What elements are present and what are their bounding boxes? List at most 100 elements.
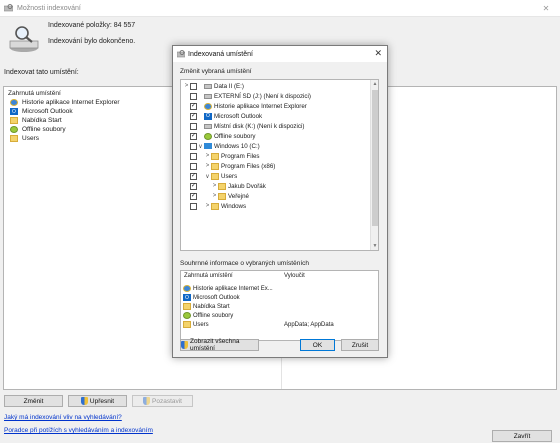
folder-icon [211, 162, 219, 170]
location-label: Microsoft Outlook [22, 108, 73, 115]
tree-item-label: Data II (E:) [214, 82, 244, 90]
checkbox[interactable] [190, 82, 197, 90]
tree-item[interactable]: ✓ Historie aplikace Internet Explorer [183, 101, 307, 111]
summary-list[interactable]: Zahrnutá umístění Vyloučit Historie apli… [180, 270, 379, 341]
list-item[interactable]: Nabídka Start [10, 116, 62, 125]
tree-item-label: Offline soubory [214, 132, 256, 140]
ie-icon [183, 285, 191, 292]
expand-icon[interactable]: > [204, 203, 211, 209]
indexed-items-count: Indexované položky: 84 557 [48, 22, 136, 29]
close-icon[interactable]: ✕ [532, 0, 560, 17]
summary-item-label: Historie aplikace Internet Ex... [193, 285, 273, 292]
shield-icon [181, 341, 188, 349]
close-icon[interactable]: ✕ [374, 48, 382, 59]
expand-icon[interactable]: ∨ [197, 143, 204, 150]
expand-icon[interactable]: > [204, 163, 211, 169]
tree-item[interactable]: Místní disk (K:) (Není k dispozici) [183, 121, 304, 131]
scroll-down-icon[interactable]: ▼ [371, 243, 378, 249]
locations-tree[interactable]: > Data II (E:) EXTERNÍ SD (J:) (Není k d… [180, 79, 379, 251]
list-item[interactable]: Users [10, 134, 39, 143]
tree-item[interactable]: ✓ O Microsoft Outlook [183, 111, 262, 121]
summary-label: Souhrnné informace o vybraných umístěníc… [180, 260, 309, 267]
list-item[interactable]: Historie aplikace Internet Explorer [10, 98, 120, 107]
folder-icon [183, 303, 191, 310]
expand-icon[interactable]: > [211, 193, 218, 199]
indexing-status: Indexování bylo dokončeno. [48, 38, 136, 45]
ie-icon [204, 102, 212, 110]
advanced-button-label: Upřesnit [89, 397, 115, 405]
summary-item-label: Offline soubory [193, 312, 234, 319]
scroll-up-icon[interactable]: ▲ [371, 81, 378, 87]
tree-item[interactable]: ✓ > Jakub Dvořák [183, 181, 266, 191]
scrollbar-thumb[interactable] [372, 90, 378, 226]
summary-item-label: Microsoft Outlook [193, 294, 240, 301]
list-item[interactable]: Historie aplikace Internet Ex... [183, 284, 273, 293]
list-item[interactable]: Offline soubory [183, 311, 233, 320]
checkbox[interactable] [190, 162, 197, 170]
expand-icon[interactable]: > [211, 183, 218, 189]
cancel-label: Zrušit [351, 341, 369, 349]
ok-button[interactable]: OK [300, 339, 335, 351]
pause-button[interactable]: Pozastavit [132, 395, 193, 407]
checkbox-checked[interactable]: ✓ [190, 112, 197, 120]
tree-item[interactable]: ✓ > Veřejné [183, 191, 249, 201]
checkbox[interactable] [190, 142, 197, 150]
show-all-locations-button[interactable]: Zobrazit všechna umístění [180, 338, 259, 352]
dialog-titlebar: Indexovaná umístění ✕ [173, 46, 387, 62]
expand-icon[interactable]: ∨ [204, 173, 211, 180]
tree-item-label: Users [221, 172, 238, 180]
tree-item-label: Program Files (x86) [221, 162, 276, 170]
tree-item[interactable]: ✓ Offline soubory [183, 131, 256, 141]
location-label: Nabídka Start [22, 117, 62, 124]
tree-item[interactable]: EXTERNÍ SD (J:) (Není k dispozici) [183, 91, 311, 101]
checkbox-checked[interactable]: ✓ [190, 102, 197, 110]
offline-icon [10, 126, 18, 133]
list-item[interactable]: Users [183, 320, 209, 329]
tree-item[interactable]: > Program Files (x86) [183, 161, 275, 171]
advanced-button[interactable]: Upřesnit [68, 395, 127, 407]
checkbox[interactable] [190, 202, 197, 210]
list-item[interactable]: O Microsoft Outlook [183, 293, 240, 302]
change-button[interactable]: Změnit [4, 395, 63, 407]
checkbox-checked[interactable]: ✓ [190, 132, 197, 140]
tree-item[interactable]: > Data II (E:) [183, 81, 244, 91]
index-locations-label: Indexovat tato umístění: [4, 69, 79, 76]
tree-item[interactable]: > Windows [183, 201, 246, 211]
close-button-label: Zavřít [513, 432, 531, 440]
change-button-label: Změnit [23, 397, 44, 405]
expand-icon[interactable]: > [183, 83, 190, 89]
summary-item-label: Nabídka Start [193, 303, 230, 310]
folder-icon [211, 152, 219, 160]
outlook-icon: O [204, 112, 212, 120]
close-button[interactable]: Zavřít [492, 430, 552, 442]
tree-scrollbar[interactable]: ▲ ▼ [370, 80, 378, 250]
show-all-label: Zobrazit všechna umístění [190, 338, 240, 352]
tree-item[interactable]: ∨ Windows 10 (C:) [183, 141, 260, 151]
checkbox-checked[interactable]: ✓ [190, 182, 197, 190]
change-locations-label: Změnit vybraná umístění [180, 68, 252, 75]
tree-item[interactable]: > Program Files [183, 151, 260, 161]
help-link-search[interactable]: Jaký má indexování vliv na vyhledávání? [4, 414, 122, 421]
checkbox-checked[interactable]: ✓ [190, 172, 197, 180]
list-item[interactable]: Offline soubory [10, 125, 66, 134]
drive-icon [204, 93, 212, 99]
tree-item-label: Microsoft Outlook [214, 112, 263, 120]
checkbox[interactable] [190, 92, 197, 100]
help-link-troubleshoot[interactable]: Poradce při potížích s vyhledáváním a in… [4, 427, 153, 434]
checkbox[interactable] [190, 152, 197, 160]
tree-item-label: EXTERNÍ SD (J:) (Není k dispozici) [214, 92, 311, 100]
tree-item-label: Historie aplikace Internet Explorer [214, 102, 307, 110]
shield-icon [80, 397, 88, 405]
cancel-button[interactable]: Zrušit [341, 339, 379, 351]
tree-item[interactable]: ✓ ∨ Users [183, 171, 237, 181]
list-item[interactable]: Nabídka Start [183, 302, 230, 311]
checkbox-checked[interactable]: ✓ [190, 192, 197, 200]
folder-icon [183, 321, 191, 328]
expand-icon[interactable]: > [204, 153, 211, 159]
folder-icon [218, 182, 226, 190]
list-item[interactable]: O Microsoft Outlook [10, 107, 73, 116]
checkbox[interactable] [190, 122, 197, 130]
summary-header-excluded: Vyloučit [284, 273, 305, 279]
folder-icon [218, 192, 226, 200]
window-titlebar: Možnosti indexování ✕ [0, 0, 560, 17]
